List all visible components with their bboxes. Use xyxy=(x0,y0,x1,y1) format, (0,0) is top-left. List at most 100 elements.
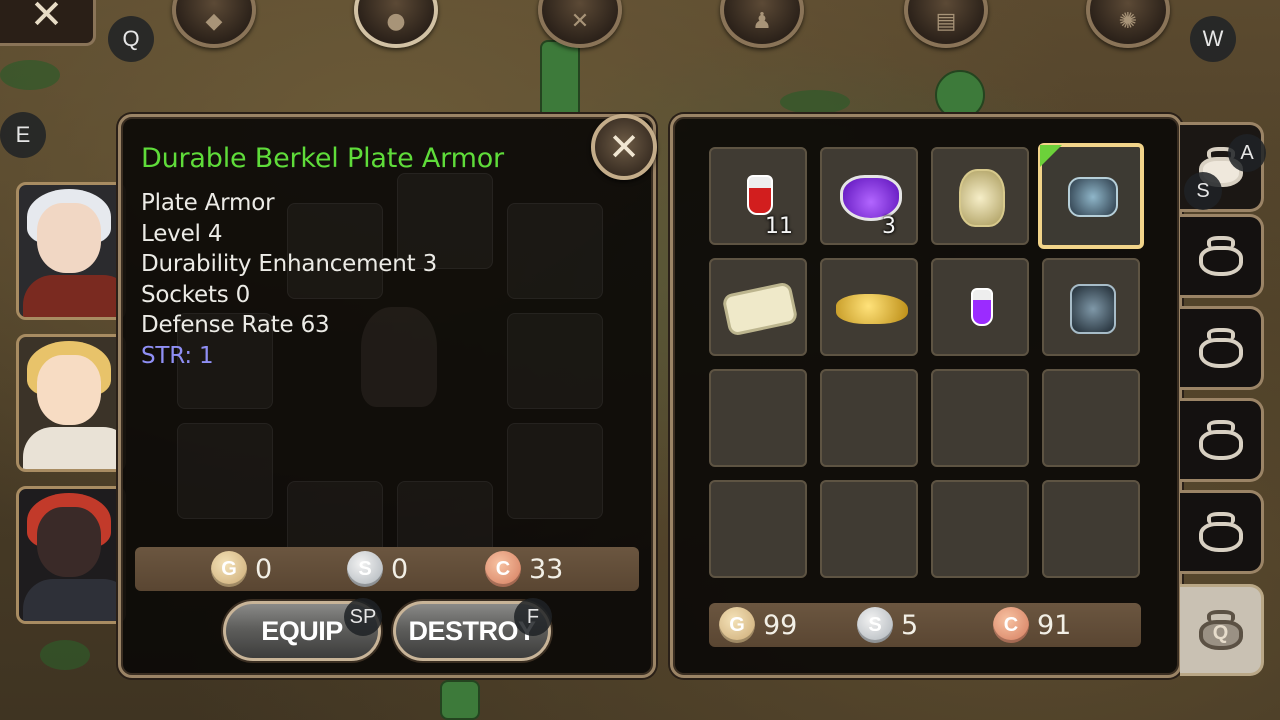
close-icon: ✕ xyxy=(29,0,64,38)
character-icon: ◆ xyxy=(205,9,223,34)
item-stat-defense: Defense Rate 63 xyxy=(141,312,330,338)
inventory-slot[interactable] xyxy=(931,258,1029,356)
price-copper: C 33 xyxy=(485,551,563,587)
inventory-slot-empty[interactable] xyxy=(820,369,918,467)
party-member-2-portrait[interactable] xyxy=(16,334,126,472)
equipment-slot-background xyxy=(507,203,603,299)
inventory-slot-selected[interactable] xyxy=(1038,143,1144,249)
character-menu-button[interactable]: ◆ xyxy=(172,0,256,48)
vase-icon xyxy=(959,169,1005,227)
silver-coin-icon: S xyxy=(347,551,383,587)
hotkey-s: S xyxy=(1184,172,1222,210)
price-silver: S 0 xyxy=(347,551,408,587)
hotkey-equip: SP xyxy=(344,598,382,636)
inventory-slot-empty[interactable] xyxy=(931,369,1029,467)
item-stat-durability: Durability Enhancement 3 xyxy=(141,251,437,277)
quest-bag-icon: Q xyxy=(1195,608,1247,652)
inventory-panel: 11 3 G 99 S 5 C 91 xyxy=(670,114,1182,678)
party-member-3-portrait[interactable] xyxy=(16,486,126,624)
money-silver-amount: 5 xyxy=(901,609,919,641)
bag-tab-2[interactable] xyxy=(1180,214,1264,298)
inventory-slot[interactable] xyxy=(709,258,807,356)
settings-menu-button[interactable]: ✺ xyxy=(1086,0,1170,48)
close-icon: ✕ xyxy=(608,125,640,169)
magic-lamp-icon xyxy=(836,294,908,324)
equip-button-label: EQUIP xyxy=(261,615,343,646)
grass-decoration xyxy=(0,60,60,90)
equipment-slot-background xyxy=(507,313,603,409)
party-icon: ♟ xyxy=(752,9,772,34)
player-money-bar: G 99 S 5 C 91 xyxy=(709,603,1141,647)
equipment-slot-background xyxy=(507,423,603,519)
gold-coin-icon: G xyxy=(211,551,247,587)
inventory-slot[interactable]: 3 xyxy=(820,147,918,245)
inventory-slot[interactable] xyxy=(931,147,1029,245)
quest-bag-tab[interactable]: Q xyxy=(1180,584,1264,676)
copper-coin-icon: C xyxy=(485,551,521,587)
grass-decoration xyxy=(780,90,850,114)
slot-quantity: 3 xyxy=(882,214,896,239)
price-gold-amount: 0 xyxy=(255,553,273,585)
cactus-decoration xyxy=(935,70,985,120)
item-stat-level: Level 4 xyxy=(141,220,223,247)
item-stat-type: Plate Armor xyxy=(141,190,275,216)
item-stat-sockets: Sockets 0 xyxy=(141,281,251,308)
scroll-icon xyxy=(721,281,799,337)
price-silver-amount: 0 xyxy=(391,553,409,585)
item-detail-panel: Durable Berkel Plate Armor Plate Armor L… xyxy=(118,114,656,678)
party-menu-button[interactable]: ♟ xyxy=(720,0,804,48)
price-gold: G 0 xyxy=(211,551,272,587)
scroll-icon: ▤ xyxy=(935,9,957,34)
inventory-slot[interactable] xyxy=(1042,258,1140,356)
item-name: Durable Berkel Plate Armor xyxy=(141,143,504,174)
item-price-bar: G 0 S 0 C 33 xyxy=(135,547,639,591)
small-purple-potion-icon xyxy=(971,288,993,326)
new-item-marker xyxy=(1040,145,1062,167)
red-potion-icon xyxy=(747,175,773,215)
bag-icon xyxy=(1195,418,1247,462)
bag-tab-5[interactable] xyxy=(1180,490,1264,574)
inventory-slot-empty[interactable] xyxy=(820,480,918,578)
bag-icon xyxy=(1195,326,1247,370)
quest-menu-button[interactable]: ▤ xyxy=(904,0,988,48)
copper-coin-icon: C xyxy=(993,607,1029,643)
inventory-slot[interactable]: 11 xyxy=(709,147,807,245)
money-copper-amount: 91 xyxy=(1037,609,1072,641)
bag-icon xyxy=(1195,510,1247,554)
price-copper-amount: 33 xyxy=(529,553,564,585)
cactus-decoration xyxy=(440,680,480,720)
plate-armor-icon xyxy=(1068,177,1118,217)
hotkey-e: E xyxy=(0,112,46,158)
swords-icon: ✕ xyxy=(570,9,590,34)
bag-icon: ● xyxy=(386,9,406,34)
inventory-slot-empty[interactable] xyxy=(931,480,1029,578)
money-gold-amount: 99 xyxy=(763,609,798,641)
slot-quantity: 11 xyxy=(765,214,793,239)
item-description: Durable Berkel Plate Armor Plate Armor L… xyxy=(141,143,504,371)
silver-coin-icon: S xyxy=(857,607,893,643)
equipment-slot-background xyxy=(177,423,273,519)
money-copper: C 91 xyxy=(993,607,1071,643)
inventory-slot-empty[interactable] xyxy=(709,369,807,467)
close-menu-button[interactable]: ✕ xyxy=(0,0,96,46)
inventory-slot-empty[interactable] xyxy=(1042,480,1140,578)
inventory-slot-empty[interactable] xyxy=(1042,369,1140,467)
money-silver: S 5 xyxy=(857,607,918,643)
hotkey-destroy: F xyxy=(514,598,552,636)
item-requirement: STR: 1 xyxy=(141,342,214,369)
gold-coin-icon: G xyxy=(719,607,755,643)
inventory-menu-button[interactable]: ● xyxy=(354,0,438,48)
hotkey-q: Q xyxy=(108,16,154,62)
bag-tab-3[interactable] xyxy=(1180,306,1264,390)
money-gold: G 99 xyxy=(719,607,797,643)
gear-icon: ✺ xyxy=(1118,9,1138,34)
cactus-decoration xyxy=(540,40,580,120)
inventory-slot-empty[interactable] xyxy=(709,480,807,578)
close-detail-button[interactable]: ✕ xyxy=(591,114,657,180)
hotkey-w: W xyxy=(1190,16,1236,62)
dark-armor-icon xyxy=(1070,284,1116,334)
party-member-1-portrait[interactable] xyxy=(16,182,126,320)
hotkey-a: A xyxy=(1228,134,1266,172)
bag-tab-4[interactable] xyxy=(1180,398,1264,482)
inventory-slot[interactable] xyxy=(820,258,918,356)
